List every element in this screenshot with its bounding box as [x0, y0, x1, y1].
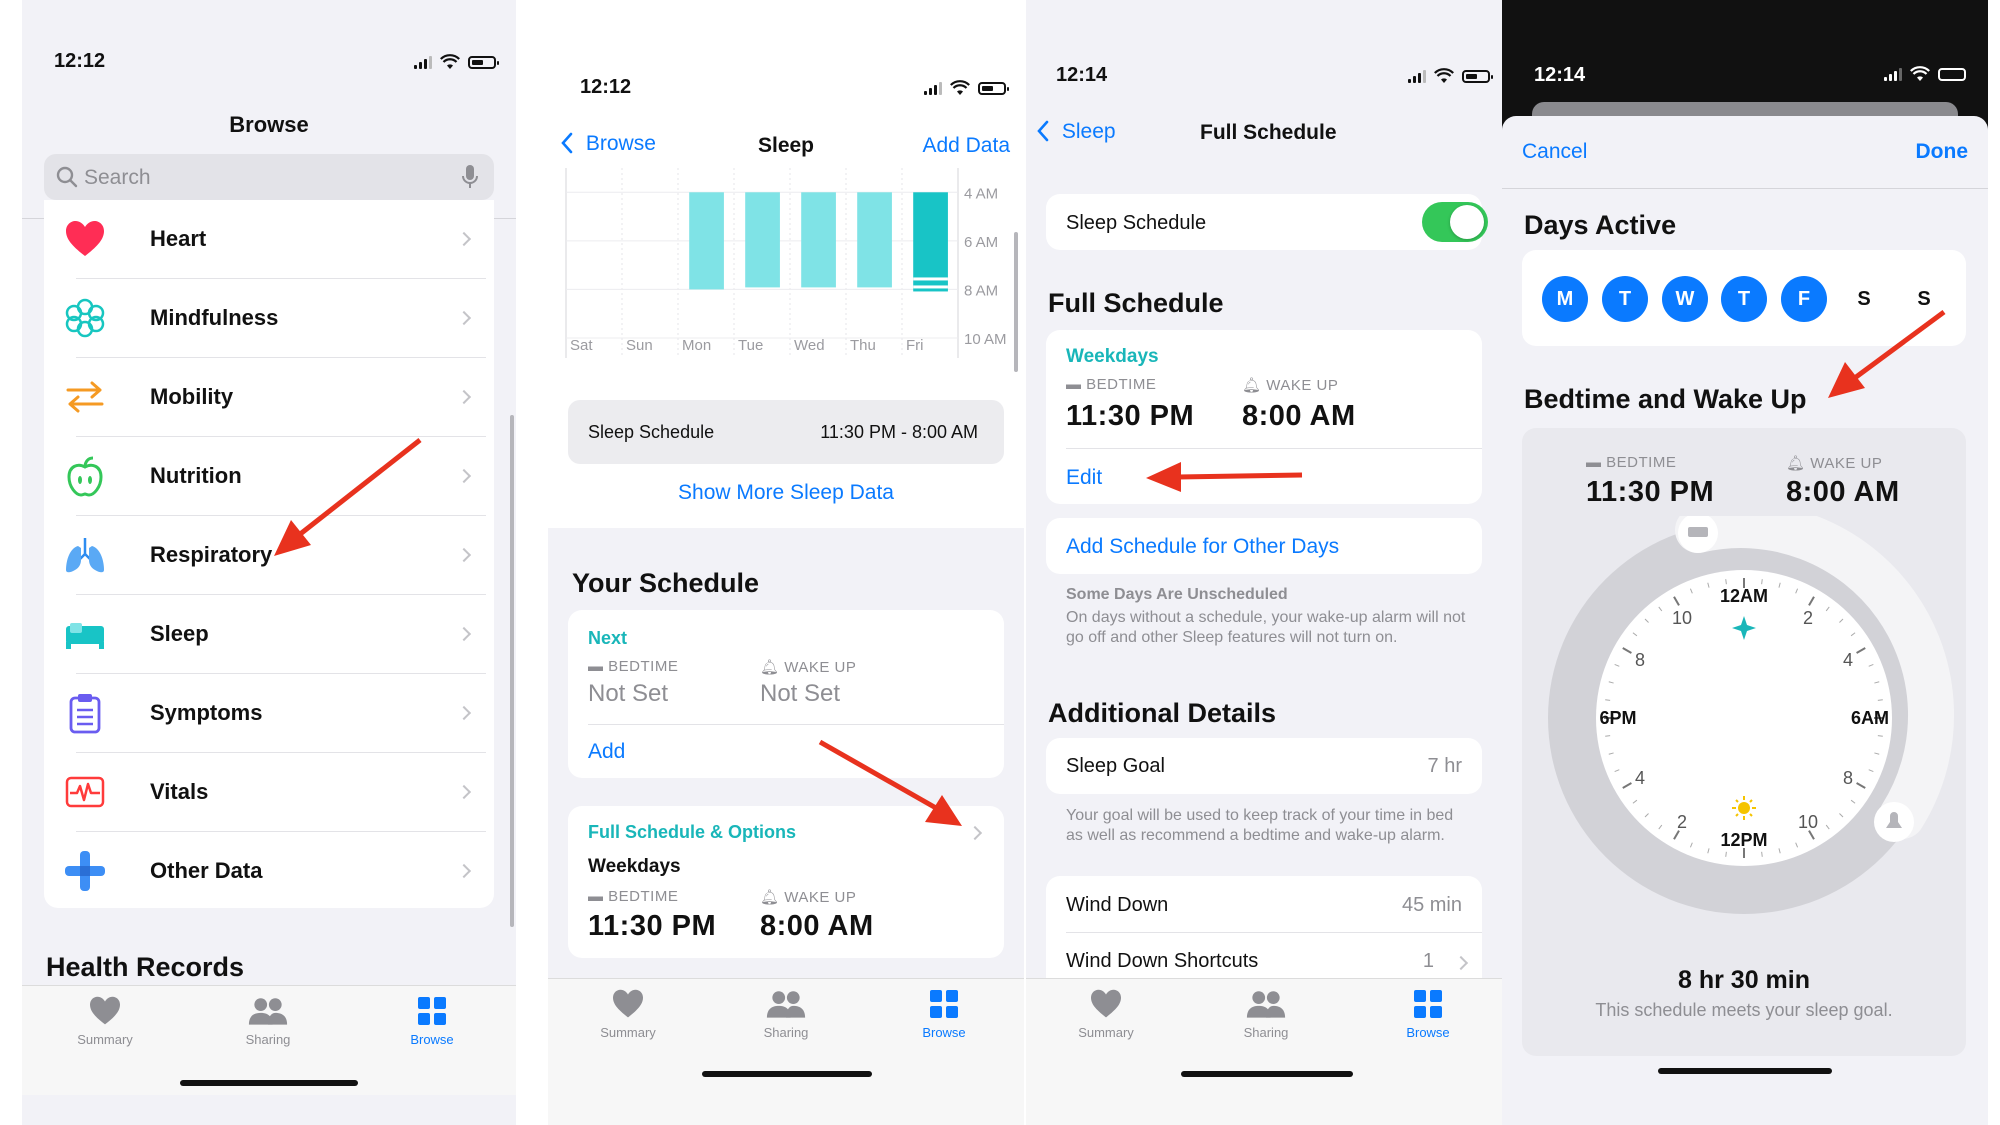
annotation-arrow	[818, 739, 962, 826]
screen-browse: 12:12 Browse Search Heart Mindfulness Mo…	[22, 0, 516, 1125]
screen-sleep: 12:12 Browse Sleep Add Data 4 AM 6 AM 8 AM…	[548, 0, 1024, 1125]
annotation-arrow	[274, 438, 422, 556]
screen-full-schedule: 12:14 Sleep Full Schedule Sleep Schedule…	[1026, 0, 1502, 1125]
annotation-arrow	[1146, 462, 1303, 492]
screen-edit-schedule: 12:14 Cancel Done Days Active M T W T F …	[1502, 0, 1988, 1125]
annotation-arrow	[1828, 309, 1946, 398]
